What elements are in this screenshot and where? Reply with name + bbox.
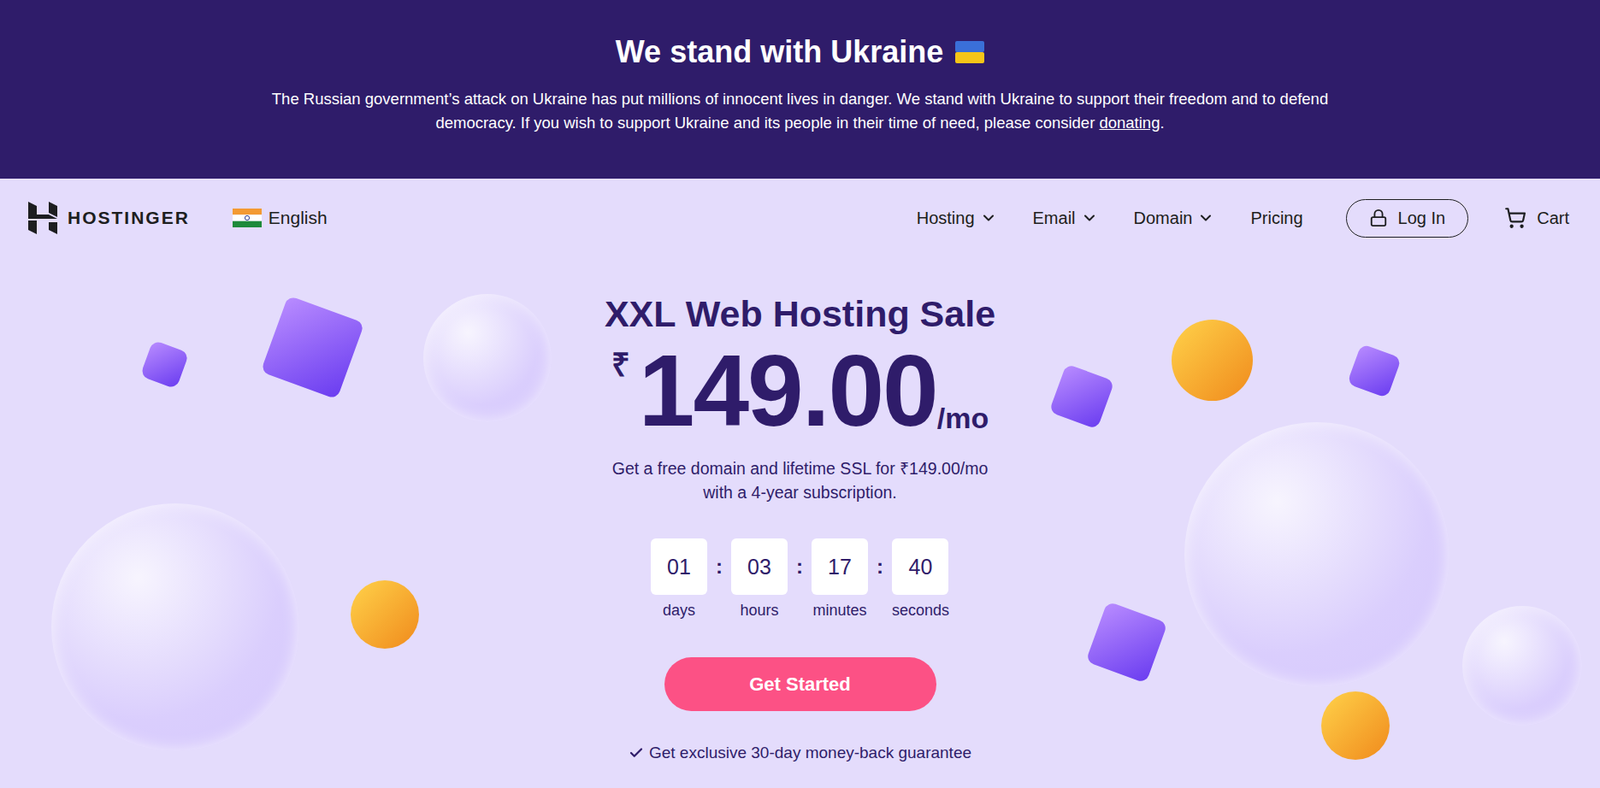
hero-title: XXL Web Hosting Sale <box>604 293 996 336</box>
hero-content: XXL Web Hosting Sale₹149.00/moGet a free… <box>0 257 1600 763</box>
decoration-cone <box>350 580 420 650</box>
countdown-unit: 03 hours <box>731 538 788 620</box>
nav-item[interactable]: Email <box>1033 208 1099 229</box>
hero: HOSTINGER English Hosting Email Domain Pricin… <box>0 178 1600 788</box>
navbar: HOSTINGER English Hosting Email Domain Pricin… <box>0 178 1600 258</box>
countdown-label: seconds <box>891 602 950 620</box>
chevron-down-icon <box>1197 209 1215 227</box>
banner-line: The Russian government’s attack on Ukrai… <box>271 87 1329 112</box>
countdown-separator: : <box>794 538 805 596</box>
decoration-cone <box>1321 691 1390 761</box>
countdown-value: 17 <box>811 538 868 596</box>
ukraine-flag-icon <box>955 41 985 64</box>
countdown-value: 40 <box>891 538 949 596</box>
chevron-down-icon <box>1080 209 1099 227</box>
decoration-cube <box>260 295 366 401</box>
page: We stand with Ukraine The Russian governm… <box>0 0 1600 788</box>
banner-line: democracy. If you wish to support Ukrain… <box>271 111 1329 136</box>
banner-title: We stand with Ukraine <box>615 34 985 71</box>
decoration-cube <box>140 340 190 390</box>
countdown-label: minutes <box>812 602 867 620</box>
hero-subtitle: Get a free domain and lifetime SSL for ₹… <box>612 456 989 505</box>
guarantee: Get exclusive 30-day money-back guarante… <box>628 743 972 763</box>
donate-link[interactable]: donating <box>1098 113 1160 132</box>
nav-items: Hosting Email Domain Pricing Log In Cart <box>916 199 1570 238</box>
countdown-label: days <box>662 602 696 620</box>
cart-button[interactable]: Cart <box>1504 206 1570 230</box>
countdown-value: 01 <box>650 538 708 596</box>
price-amount: 149.00 <box>638 340 938 442</box>
subtitle-line: Get a free domain and lifetime SSL for ₹… <box>612 456 989 481</box>
price-period: /mo <box>937 403 989 433</box>
countdown-separator: : <box>874 538 886 596</box>
decoration-bubble <box>1184 422 1450 688</box>
lock-icon <box>1369 208 1388 228</box>
price-currency: ₹ <box>611 348 631 382</box>
language-selector[interactable]: English <box>232 207 328 229</box>
india-flag-icon <box>232 208 262 228</box>
price: ₹149.00/mo <box>611 340 989 442</box>
login-button[interactable]: Log In <box>1346 199 1470 238</box>
banner-text: The Russian government’s attack on Ukrai… <box>271 87 1329 136</box>
get-started-button[interactable]: Get Started <box>664 657 937 712</box>
cart-icon <box>1504 206 1527 230</box>
nav-item[interactable]: Pricing <box>1250 208 1303 229</box>
subtitle-line: with a 4-year subscription. <box>612 480 989 505</box>
hostinger-logo-icon <box>28 201 58 235</box>
decoration-cone <box>1171 319 1253 402</box>
check-icon <box>628 745 644 762</box>
countdown-label: hours <box>739 602 779 620</box>
countdown-unit: 17 minutes <box>811 538 868 620</box>
decoration-cube <box>1049 364 1116 431</box>
brand[interactable]: HOSTINGER <box>28 201 190 235</box>
decoration-cube <box>1085 601 1168 684</box>
nav-item[interactable]: Hosting <box>916 208 998 229</box>
countdown-unit: 40 seconds <box>891 538 950 620</box>
decoration-bubble <box>51 503 300 752</box>
decoration-cube <box>1346 343 1402 399</box>
ukraine-banner: We stand with Ukraine The Russian governm… <box>0 0 1600 179</box>
nav-item[interactable]: Domain <box>1133 208 1216 229</box>
countdown-separator: : <box>714 538 725 596</box>
chevron-down-icon <box>980 209 998 227</box>
countdown-value: 03 <box>731 538 788 596</box>
countdown: 01days:03hours:17minutes:40seconds <box>650 538 950 620</box>
decoration-bubble <box>423 294 552 423</box>
decoration-bubble <box>1462 606 1583 727</box>
countdown-unit: 01 days <box>650 538 708 620</box>
